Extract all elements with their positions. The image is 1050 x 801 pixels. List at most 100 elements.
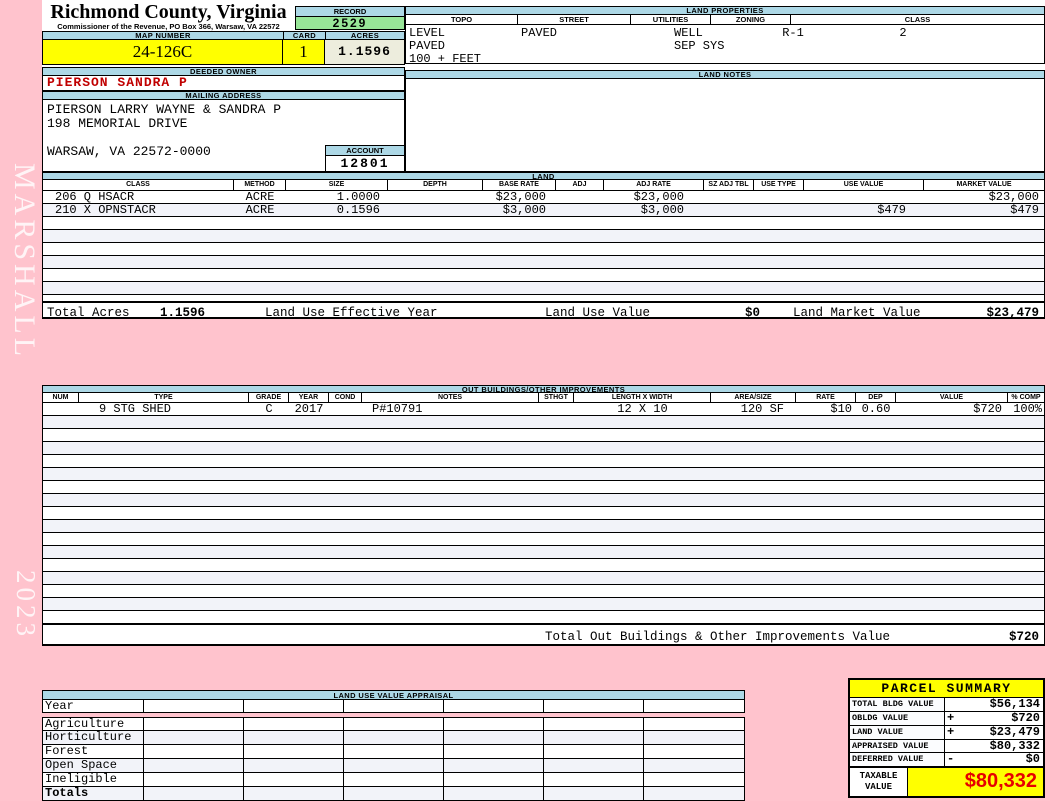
- land-properties-title: LAND PROPERTIES: [405, 6, 1045, 15]
- cell-use-type: [754, 191, 804, 203]
- cell-size: 0.1596: [336, 204, 380, 216]
- cell-use-value: [804, 191, 924, 203]
- empty-cell: [144, 700, 244, 712]
- empty-cell: [444, 718, 544, 730]
- cell-depth: [388, 204, 483, 216]
- row-label-ineligible: Ineligible: [43, 773, 144, 786]
- land-market-value-label: Land Market Value: [793, 306, 921, 320]
- appraisal-row-horticulture: Horticulture: [42, 731, 745, 745]
- col-street: STREET: [518, 15, 631, 24]
- land-use-value: $0: [744, 306, 760, 320]
- cell-cond: [329, 403, 362, 415]
- empty-cell: [544, 731, 644, 744]
- cell-num: [43, 403, 79, 415]
- row-label: TOTAL BLDG VALUE: [850, 698, 945, 711]
- cell-sthgt: [539, 403, 574, 415]
- col-class: CLASS: [43, 180, 234, 190]
- out-building-row: 9 STG SHED C 2017 P#10791 12 X 10 120 SF…: [42, 403, 1045, 416]
- col-utilities: UTILITIES: [631, 15, 711, 24]
- empty-cell: [244, 745, 344, 758]
- row-value: $23,479: [989, 725, 1040, 739]
- cell-base-rate: $23,000: [495, 191, 546, 203]
- summary-row-obldg: OBLDG VALUE + $720: [850, 712, 1043, 726]
- empty-cell: [144, 759, 244, 772]
- summary-row-total-bldg: TOTAL BLDG VALUE $56,134: [850, 698, 1043, 712]
- empty-cell: [244, 700, 344, 712]
- cell-use-value: $479: [877, 204, 906, 216]
- taxable-label: TAXABLE VALUE: [850, 768, 908, 796]
- zoning-value: R-1: [782, 26, 804, 40]
- card-label: CARD: [284, 32, 326, 40]
- col-topo: TOPO: [406, 15, 518, 24]
- map-number-label: MAP NUMBER: [43, 32, 284, 40]
- empty-cell: [644, 773, 744, 786]
- row-label-totals: Totals: [43, 787, 144, 800]
- mailing-line: PIERSON LARRY WAYNE & SANDRA P: [47, 102, 282, 117]
- utilities-value: SEP SYS: [674, 39, 725, 53]
- col-num: NUM: [43, 393, 79, 402]
- cell-value: $720: [973, 403, 1002, 415]
- cell-length-width: 12 X 10: [617, 403, 668, 415]
- cell-adj: [556, 191, 604, 203]
- cell-pct-comp: 100%: [1013, 403, 1042, 415]
- row-label: OBLDG VALUE: [850, 712, 945, 725]
- empty-cell: [244, 773, 344, 786]
- summary-row-deferred: DEFERRED VALUE - $0: [850, 753, 1043, 767]
- cell-area-size: 120 SF: [740, 403, 784, 415]
- empty-cell: [344, 787, 444, 800]
- empty-cell: [344, 718, 444, 730]
- topo-value: PAVED: [409, 39, 446, 53]
- empty-cell: [244, 759, 344, 772]
- cell-use-type: [754, 204, 804, 216]
- summary-row-land: LAND VALUE + $23,479: [850, 726, 1043, 740]
- record-box: RECORD 2529: [295, 6, 405, 30]
- out-buildings-title: OUT BUILDINGS/OTHER IMPROVEMENTS: [42, 385, 1045, 393]
- card-value: 1: [283, 40, 325, 65]
- land-section: LAND CLASS METHOD SIZE DEPTH BASE RATE A…: [42, 172, 1045, 320]
- row-label-year: Year: [43, 700, 144, 712]
- land-totals-row: Total Acres 1.1596 Land Use Effective Ye…: [42, 301, 1045, 320]
- empty-cell: [644, 731, 744, 744]
- appraisal-row-forest: Forest: [42, 745, 745, 759]
- empty-cell: [344, 759, 444, 772]
- cell-market-value: $23,000: [988, 191, 1039, 203]
- empty-cell: [444, 731, 544, 744]
- col-zoning: ZONING: [711, 15, 791, 24]
- cell-size: 1.0000: [336, 191, 380, 203]
- land-use-value-label: Land Use Value: [545, 306, 651, 320]
- row-label-forest: Forest: [43, 745, 144, 758]
- empty-cell: [644, 700, 744, 712]
- land-row: 210 X OPNSTACR ACRE 0.1596 $3,000 $3,000…: [42, 204, 1045, 217]
- cell-adj-rate: $3,000: [640, 204, 684, 216]
- empty-cell: [144, 731, 244, 744]
- empty-cell: [644, 787, 744, 800]
- cell-notes: P#10791: [372, 403, 423, 415]
- cell-grade: C: [265, 403, 273, 415]
- acres-value: 1.1596: [325, 40, 405, 65]
- out-buildings-total-row: Total Out Buildings & Other Improvements…: [42, 624, 1045, 646]
- col-base-rate: BASE RATE: [483, 180, 556, 190]
- total-acres-label: Total Acres: [47, 306, 130, 320]
- row-label: LAND VALUE: [850, 726, 945, 739]
- land-notes-area: [405, 79, 1045, 172]
- land-properties-values: LEVEL PAVED 100 + FEET PAVED WELL SEP SY…: [405, 25, 1045, 66]
- mailing-line: [47, 130, 404, 144]
- county-subtitle: Commissioner of the Revenue, PO Box 366,…: [57, 22, 280, 31]
- cell-type: 9 STG SHED: [99, 403, 172, 415]
- empty-cell: [444, 759, 544, 772]
- row-value: $56,134: [989, 697, 1040, 711]
- row-label-agriculture: Agriculture: [43, 718, 144, 730]
- cell-class: 206 Q HSACR: [55, 191, 135, 203]
- cell-method: ACRE: [245, 191, 275, 203]
- land-title: LAND: [42, 172, 1045, 180]
- land-use-appraisal-section: LAND USE VALUE APPRAISAL Year Agricultur…: [42, 690, 745, 801]
- map-number-value: 24-126C: [42, 40, 283, 65]
- empty-cell: [344, 773, 444, 786]
- col-method: METHOD: [234, 180, 286, 190]
- col-dep: DEP: [856, 393, 896, 402]
- empty-cell: [544, 759, 644, 772]
- empty-cell: [244, 731, 344, 744]
- land-properties-header-row: TOPO STREET UTILITIES ZONING CLASS: [405, 15, 1045, 25]
- empty-cell: [444, 787, 544, 800]
- map-header-bar: MAP NUMBER CARD ACRES: [42, 31, 405, 40]
